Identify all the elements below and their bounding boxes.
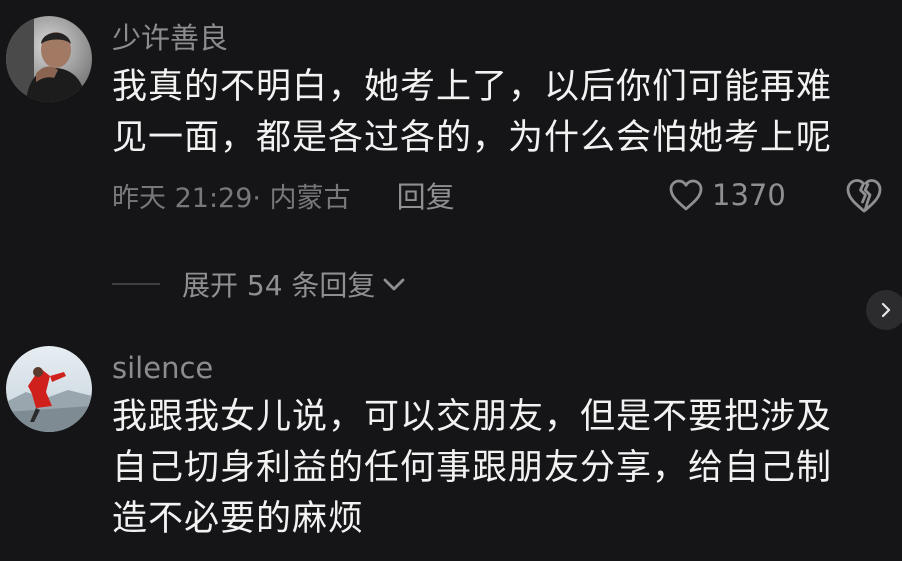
user-avatar-photo-icon <box>6 346 92 432</box>
expand-replies-button[interactable]: 展开 54 条回复 <box>112 262 407 306</box>
heart-outline-icon <box>669 179 703 211</box>
comment-list: 少许善良 我真的不明白，她考上了，以后你们可能再难 见一面，都是各过各的，为什么… <box>0 0 902 561</box>
comment-text-line: 造不必要的麻烦 <box>112 499 365 539</box>
comment-text: 我跟我女儿说，可以交朋友，但是不要把涉及 自己切身利益的任何事跟朋友分享，给自己… <box>112 392 872 545</box>
comment-time-location: 昨天 21:29· 内蒙古 <box>112 182 351 214</box>
broken-heart-icon <box>846 179 882 213</box>
next-arrow-button[interactable] <box>866 290 902 330</box>
expand-replies-label: 展开 54 条回复 <box>182 269 376 302</box>
comment-username[interactable]: 少许善良 <box>112 20 228 56</box>
divider-line <box>112 283 160 285</box>
chevron-right-icon <box>881 302 891 318</box>
comment-text-line: 我真的不明白，她考上了，以后你们可能再难 <box>112 67 833 107</box>
comment-item: 少许善良 我真的不明白，她考上了，以后你们可能再难 见一面，都是各过各的，为什么… <box>0 0 902 250</box>
user-avatar-photo-icon <box>6 16 92 102</box>
comment-text-line: 见一面，都是各过各的，为什么会怕她考上呢 <box>112 118 833 158</box>
chevron-down-icon <box>384 278 405 291</box>
comment-text: 我真的不明白，她考上了，以后你们可能再难 见一面，都是各过各的，为什么会怕她考上… <box>112 62 872 164</box>
comment-item: silence 我跟我女儿说，可以交朋友，但是不要把涉及 自己切身利益的任何事跟… <box>0 340 902 561</box>
comment-text-line: 自己切身利益的任何事跟朋友分享，给自己制 <box>112 448 833 488</box>
dislike-button[interactable] <box>844 176 884 216</box>
avatar[interactable] <box>6 346 92 432</box>
comment-meta-row: 昨天 21:29· 内蒙古 回复 1370 <box>112 172 892 218</box>
reply-button[interactable]: 回复 <box>397 174 455 216</box>
comment-text-line: 我跟我女儿说，可以交朋友，但是不要把涉及 <box>112 397 833 437</box>
avatar[interactable] <box>6 16 92 102</box>
comment-username[interactable]: silence <box>112 350 213 386</box>
like-button[interactable]: 1370 <box>668 174 786 216</box>
like-count: 1370 <box>712 178 786 212</box>
